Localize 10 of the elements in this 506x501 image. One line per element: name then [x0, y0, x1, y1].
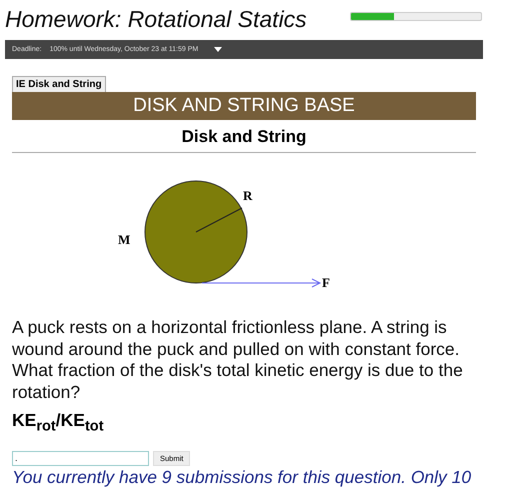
- problem-banner: DISK AND STRING BASE: [12, 92, 476, 120]
- page-title: Homework: Rotational Statics: [5, 6, 307, 33]
- disk-diagram-drawing: R M F: [12, 153, 472, 313]
- question-text: A puck rests on a horizontal frictionless plane. A string is wound around the puck and pulled on with constant force. What fraction of the disk's total kinetic energy is due to the rotation?: [12, 317, 464, 403]
- submissions-note: You currently have 9 submissions for this question. Only 10: [12, 466, 472, 486]
- answer-quantity: KE$_{rot}$/KE$_{tot}$: [12, 410, 105, 434]
- problem-tab[interactable]: IE Disk and String: [12, 76, 106, 92]
- caret-icon[interactable]: [214, 47, 222, 52]
- problem-title: Disk and String: [12, 120, 476, 153]
- answer-field[interactable]: .: [12, 450, 149, 466]
